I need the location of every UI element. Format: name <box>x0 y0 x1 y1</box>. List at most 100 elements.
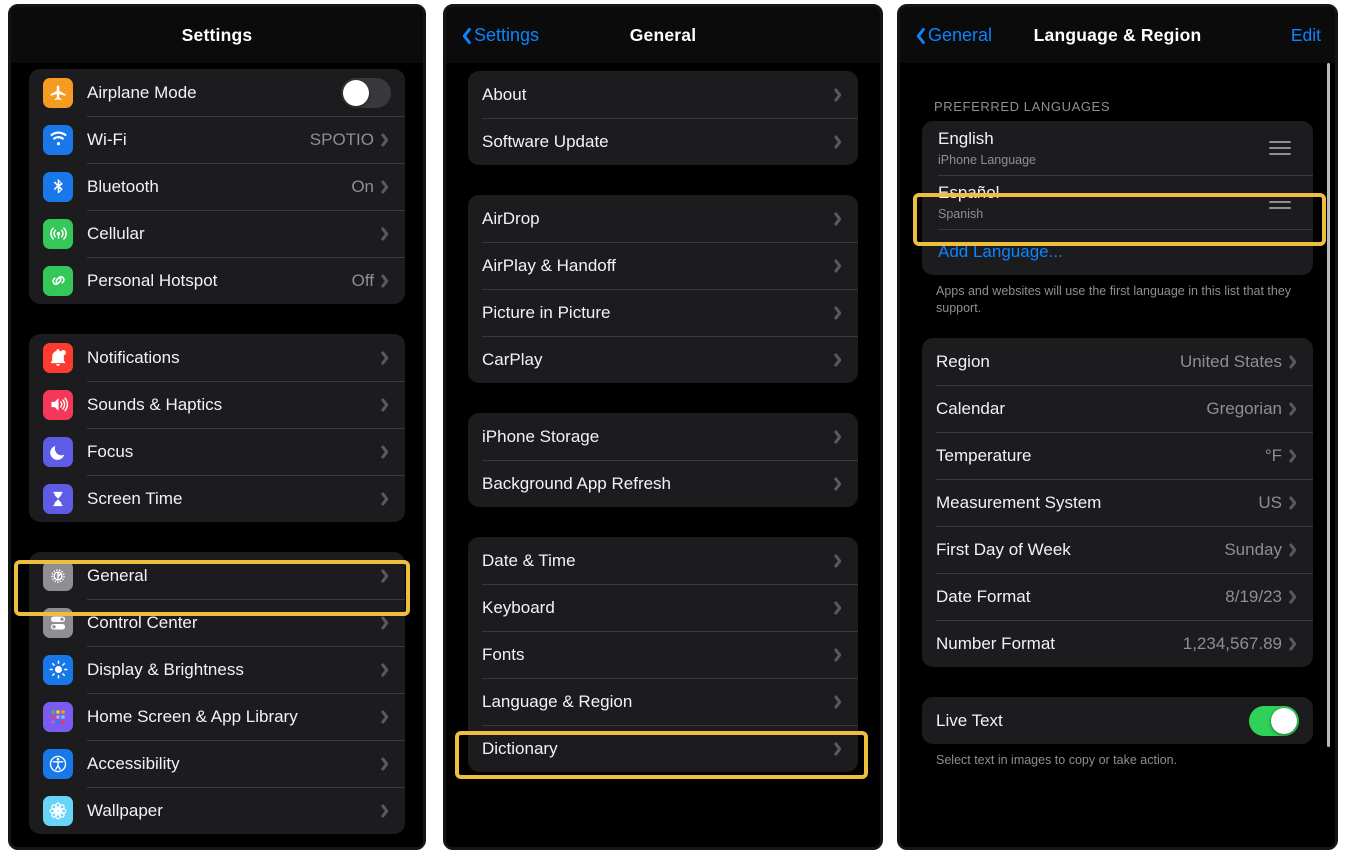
list-item-label: iPhone Storage <box>482 426 600 446</box>
sidebar-item-label: Personal Hotspot <box>87 270 218 290</box>
list-item-label: AirPlay & Handoff <box>482 255 616 275</box>
phone-panel-language-region: General Language & Region Edit PREFERRED… <box>897 4 1338 850</box>
cellular-icon <box>43 218 73 249</box>
chevron-right-icon <box>835 258 844 273</box>
settings-group-connectivity: Airplane Mode Wi-Fi SPOTIO Bluetooth On … <box>29 69 405 304</box>
chevron-right-icon <box>382 709 391 724</box>
chevron-right-icon <box>835 553 844 568</box>
list-item-measurement-system[interactable]: Measurement System US <box>922 479 1313 526</box>
chevron-right-icon <box>382 132 391 147</box>
screenshot-stage: Settings Airplane Mode Wi-Fi SPOTIO Blue… <box>0 0 1346 854</box>
list-item-date-time[interactable]: Date & Time <box>468 537 858 584</box>
list-item-dictionary[interactable]: Dictionary <box>468 725 858 772</box>
list-item-software-update[interactable]: Software Update <box>468 118 858 165</box>
chevron-right-icon <box>382 273 391 288</box>
sidebar-item-cellular[interactable]: Cellular <box>29 210 405 257</box>
list-item-label: Picture in Picture <box>482 302 611 322</box>
chevron-right-icon <box>382 803 391 818</box>
add-language-label: Add Language... <box>938 242 1063 261</box>
back-to-general-button[interactable]: General <box>912 25 992 46</box>
list-item-about[interactable]: About <box>468 71 858 118</box>
chevron-right-icon <box>1290 354 1299 369</box>
back-label: Settings <box>474 24 540 45</box>
list-item-date-format[interactable]: Date Format 8/19/23 <box>922 573 1313 620</box>
list-item-airplay-handoff[interactable]: AirPlay & Handoff <box>468 242 858 289</box>
airplane-icon <box>43 77 73 108</box>
chevron-right-icon <box>1290 542 1299 557</box>
list-item-temperature[interactable]: Temperature °F <box>922 432 1313 479</box>
live-text-toggle[interactable] <box>1249 705 1299 736</box>
live-text-footer: Select text in images to copy or take ac… <box>936 753 1178 767</box>
sidebar-item-control-center[interactable]: Control Center <box>29 599 405 646</box>
drag-handle-icon[interactable] <box>1269 195 1291 209</box>
drag-handle-icon[interactable] <box>1269 141 1291 155</box>
language-item-english[interactable]: English iPhone Language <box>922 121 1313 175</box>
sidebar-item-airplane-mode[interactable]: Airplane Mode <box>29 69 405 116</box>
sidebar-item-home-screen-app-library[interactable]: Home Screen & App Library <box>29 693 405 740</box>
sidebar-item-screen-time[interactable]: Screen Time <box>29 475 405 522</box>
list-item-language-region[interactable]: Language & Region <box>468 678 858 725</box>
sidebar-item-display-brightness[interactable]: Display & Brightness <box>29 646 405 693</box>
language-name: English <box>938 129 994 149</box>
list-item-first-day-of-week[interactable]: First Day of Week Sunday <box>922 526 1313 573</box>
list-item-airdrop[interactable]: AirDrop <box>468 195 858 242</box>
list-item-label: Language & Region <box>482 691 633 711</box>
language-texts: Español Spanish <box>938 183 1269 220</box>
wifi-icon <box>43 124 73 155</box>
sidebar-item-notifications[interactable]: Notifications <box>29 334 405 381</box>
phone-panel-general: Settings General About Software Update A… <box>443 4 883 850</box>
sidebar-item-wifi[interactable]: Wi-Fi SPOTIO <box>29 116 405 163</box>
list-item-label: CarPlay <box>482 349 543 369</box>
chevron-right-icon <box>382 615 391 630</box>
sidebar-item-bluetooth[interactable]: Bluetooth On <box>29 163 405 210</box>
sidebar-item-general[interactable]: General <box>29 552 405 599</box>
sidebar-item-label: Cellular <box>87 223 145 243</box>
edit-button[interactable]: Edit <box>1291 25 1321 46</box>
wifi-value: SPOTIO <box>309 129 374 149</box>
chevron-right-icon <box>382 226 391 241</box>
list-item-iphone-storage[interactable]: iPhone Storage <box>468 413 858 460</box>
chevron-right-icon <box>835 429 844 444</box>
language-name: Español <box>938 183 1000 203</box>
list-item-carplay[interactable]: CarPlay <box>468 336 858 383</box>
list-item-picture-in-picture[interactable]: Picture in Picture <box>468 289 858 336</box>
list-item-label: First Day of Week <box>936 539 1071 559</box>
list-item-live-text[interactable]: Live Text <box>922 697 1313 744</box>
add-language-button[interactable]: Add Language... <box>922 229 1313 275</box>
language-region-scroll-area[interactable]: PREFERRED LANGUAGES English iPhone Langu… <box>900 63 1335 847</box>
sidebar-item-accessibility[interactable]: Accessibility <box>29 740 405 787</box>
back-to-settings-button[interactable]: Settings <box>458 25 539 46</box>
settings-scroll-area[interactable]: Airplane Mode Wi-Fi SPOTIO Bluetooth On … <box>11 63 423 847</box>
general-scroll-area[interactable]: About Software Update AirDrop AirPlay & … <box>446 63 880 847</box>
list-item-label: Number Format <box>936 633 1056 653</box>
list-item-calendar[interactable]: Calendar Gregorian <box>922 385 1313 432</box>
sidebar-item-label: Wallpaper <box>87 800 163 820</box>
list-item-number-format[interactable]: Number Format 1,234,567.89 <box>922 620 1313 667</box>
sidebar-item-label: Notifications <box>87 347 180 367</box>
list-item-value: 1,234,567.89 <box>1182 633 1282 653</box>
general-navbar: Settings General <box>446 7 880 63</box>
airplane-mode-toggle[interactable] <box>341 77 391 108</box>
list-item-label: Temperature <box>936 445 1032 465</box>
list-item-label: AirDrop <box>482 208 540 228</box>
chevron-right-icon <box>835 600 844 615</box>
chevron-right-icon <box>382 179 391 194</box>
chevron-right-icon <box>835 741 844 756</box>
page-title: Settings <box>181 24 253 45</box>
brightness-icon <box>43 654 73 685</box>
sidebar-item-sounds-haptics[interactable]: Sounds & Haptics <box>29 381 405 428</box>
list-item-label: Keyboard <box>482 597 555 617</box>
list-item-keyboard[interactable]: Keyboard <box>468 584 858 631</box>
sidebar-item-personal-hotspot[interactable]: Personal Hotspot Off <box>29 257 405 304</box>
list-item-region[interactable]: Region United States <box>922 338 1313 385</box>
sidebar-item-wallpaper[interactable]: Wallpaper <box>29 787 405 834</box>
sidebar-item-focus[interactable]: Focus <box>29 428 405 475</box>
vertical-scrollbar[interactable] <box>1327 63 1330 747</box>
language-item-espanol[interactable]: Español Spanish <box>922 175 1313 229</box>
hotspot-value: Off <box>351 270 374 290</box>
list-item-fonts[interactable]: Fonts <box>468 631 858 678</box>
list-item-label: Software Update <box>482 131 609 151</box>
list-item-background-app-refresh[interactable]: Background App Refresh <box>468 460 858 507</box>
